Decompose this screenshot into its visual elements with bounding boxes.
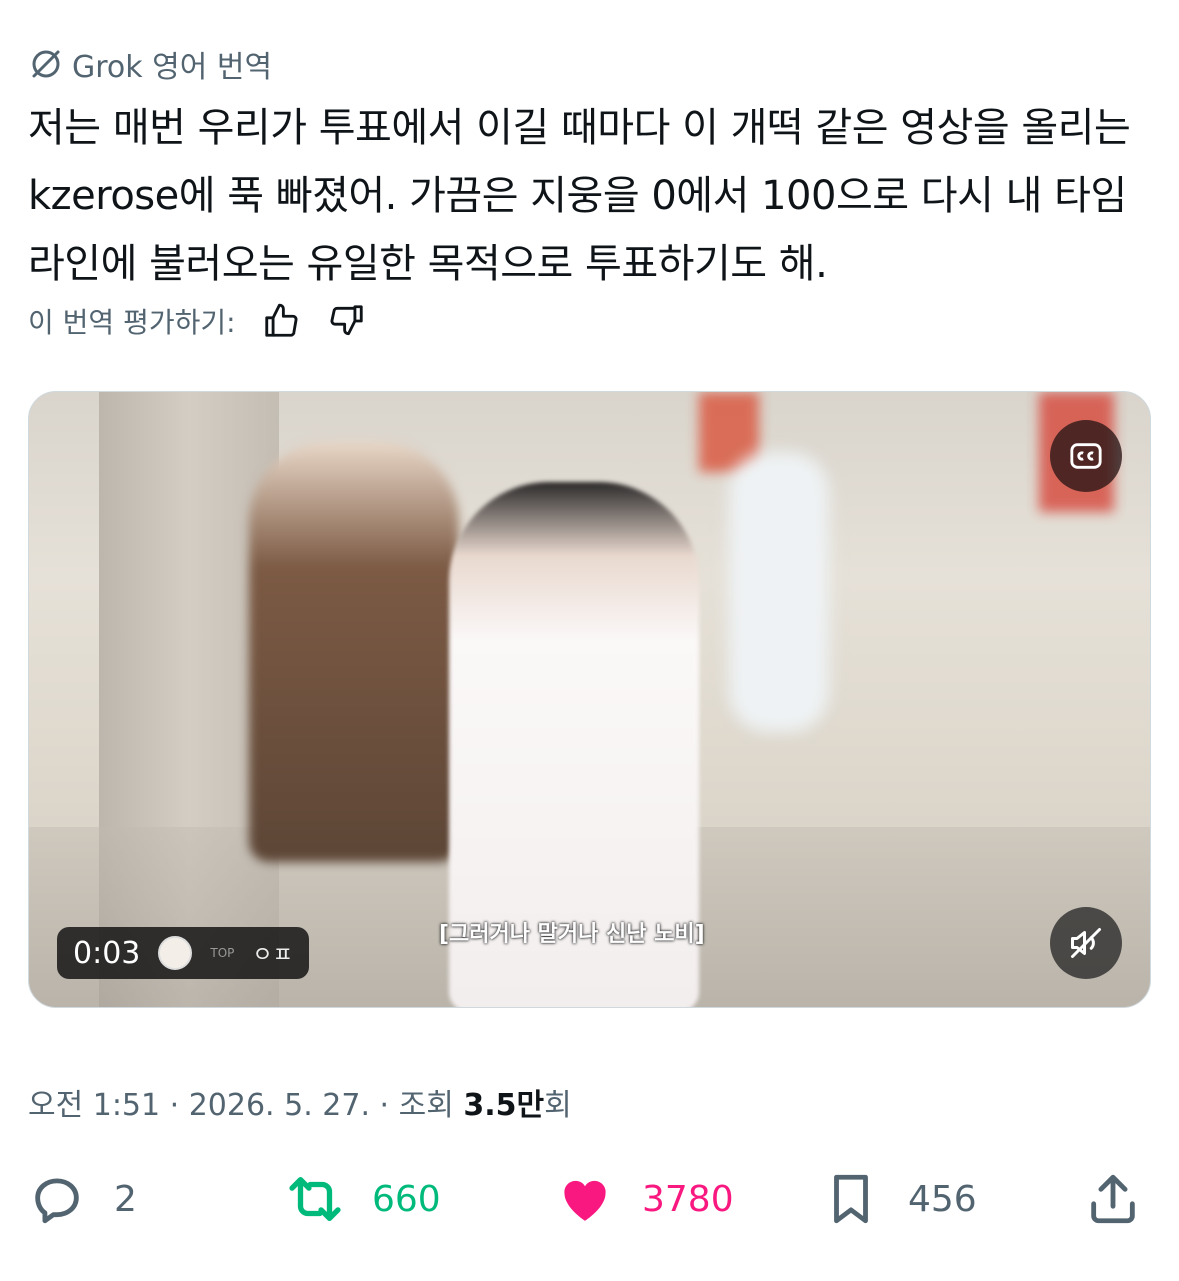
view-count: 3.5만 [463, 1088, 545, 1123]
muted-speaker-icon [1071, 928, 1101, 958]
view-suffix: 회 [544, 1088, 572, 1123]
watermark-text: ㅇㅍ [252, 943, 293, 968]
channel-logo-icon [158, 936, 193, 970]
captions-button[interactable] [1050, 420, 1122, 492]
reply-button[interactable]: 2 [28, 1170, 137, 1228]
video-subtitle: [그러거나 말거나 신난 노비] [439, 922, 705, 947]
bookmark-button[interactable]: 456 [822, 1170, 977, 1228]
tweet-meta: 오전 1:51 · 2026. 5. 27. · 조회 3.5만회 [28, 1080, 572, 1124]
grok-translation-header: Grok 영어 번역 [28, 42, 272, 86]
video-frame-bg [729, 452, 829, 732]
tweet-text: 저는 매번 우리가 투표에서 이길 때마다 이 개떡 같은 영상을 올리는 kz… [28, 105, 1131, 287]
unmute-button[interactable] [1050, 907, 1122, 979]
reply-count: 2 [114, 1178, 137, 1220]
share-icon [1091, 1174, 1135, 1224]
video-player[interactable]: [그러거나 말거나 신난 노비] 0:03 TOP ㅇㅍ [28, 391, 1151, 1008]
like-count: 3780 [642, 1178, 734, 1220]
like-button[interactable]: 3780 [556, 1170, 734, 1228]
bookmark-icon [834, 1174, 868, 1224]
action-bar: 2 660 3780 456 [28, 1170, 1151, 1230]
heart-icon [564, 1180, 606, 1221]
watermark-top: TOP [210, 946, 235, 960]
thumbs-up-button[interactable] [260, 300, 302, 342]
translation-label: Grok 영어 번역 [72, 50, 273, 85]
video-time: 0:03 [73, 935, 141, 971]
thumbs-down-icon [330, 305, 363, 336]
thumbs-down-button[interactable] [326, 300, 368, 342]
thumbs-up-icon [264, 303, 298, 337]
rate-translation-row: 이 번역 평가하기: [28, 300, 368, 342]
reply-icon [35, 1178, 79, 1224]
video-frame-person [249, 442, 459, 862]
bookmark-count: 456 [908, 1178, 977, 1220]
tweet-timestamp[interactable]: 오전 1:51 · 2026. 5. 27. · 조회 [28, 1088, 463, 1123]
share-button[interactable] [1084, 1170, 1142, 1228]
retweet-button[interactable]: 660 [286, 1170, 441, 1228]
retweet-icon [289, 1177, 341, 1221]
retweet-count: 660 [372, 1178, 441, 1220]
closed-captions-icon [1070, 443, 1102, 469]
grok-icon [32, 50, 60, 78]
video-time-badge: 0:03 TOP ㅇㅍ [57, 927, 309, 979]
rate-label: 이 번역 평가하기: [28, 306, 236, 339]
